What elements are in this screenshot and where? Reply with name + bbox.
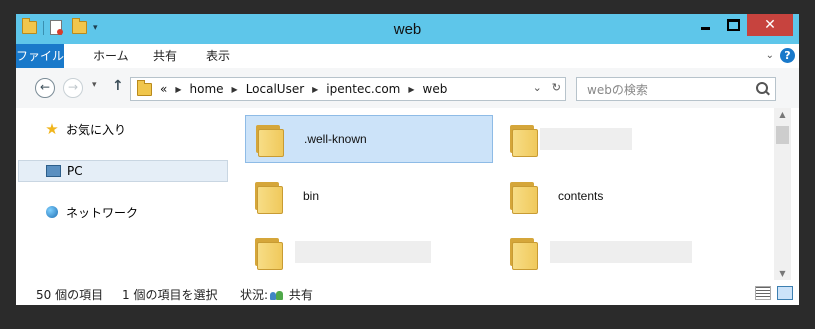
folder-icon [254,123,284,157]
share-state-text: 共有 [288,288,313,302]
explorer-window: ▾ web ✕ ファイル ホーム 共有 表示 ⌄ ? ← → ▾ ↑ « ▶ h… [16,14,799,305]
breadcrumb-overflow[interactable]: « [160,82,167,96]
breadcrumb-localuser[interactable]: LocalUser [246,82,304,96]
nav-item-label: ネットワーク [66,205,139,220]
file-list: .well-known bin contents [238,108,774,280]
view-switcher [755,286,793,300]
folder-name: .well-known [304,132,367,146]
scroll-thumb[interactable] [776,126,789,144]
ribbon-tabs: ファイル ホーム 共有 表示 ⌄ ? [16,44,799,68]
chevron-right-icon: ▶ [312,84,319,94]
computer-icon [45,163,61,179]
folder-icon [253,180,283,214]
help-icon[interactable]: ? [780,48,795,63]
tab-file[interactable]: ファイル [16,44,64,68]
close-button[interactable]: ✕ [747,14,793,36]
folder-icon [508,123,538,157]
scroll-down-icon[interactable]: ▼ [774,269,791,278]
window-title: web [393,21,422,38]
redacted-name [295,241,431,263]
tab-share[interactable]: 共有 [153,44,177,68]
back-button[interactable]: ← [35,78,55,98]
chevron-right-icon: ▶ [231,84,238,94]
expand-ribbon-icon[interactable]: ⌄ [766,50,774,61]
details-view-icon[interactable] [755,286,771,300]
status-bar: 50 個の項目 1 個の項目を選択 状況: 共有 [16,280,799,305]
share-state: 共有 [270,286,313,303]
redacted-name [550,241,692,263]
redacted-name [540,128,632,150]
chevron-right-icon: ▶ [175,84,182,94]
folder-icon [508,180,538,214]
folder-item[interactable]: bin [245,172,493,220]
forward-button[interactable]: → [63,78,83,98]
nav-item-label: お気に入り [66,122,127,137]
address-controls: ⌄ ↻ [533,81,561,94]
folder-item[interactable]: .well-known [245,115,493,163]
folder-item[interactable] [500,228,748,276]
chevron-right-icon: ▶ [408,84,415,94]
refresh-icon[interactable]: ↻ [552,81,561,94]
nav-item-network[interactable]: ネットワーク [18,201,228,223]
tab-home[interactable]: ホーム [93,44,129,68]
folder-item[interactable] [500,115,748,163]
search-icon[interactable] [756,82,768,94]
nav-item-label: PC [67,164,83,178]
nav-item-pc[interactable]: PC [18,160,228,182]
address-bar[interactable]: « ▶ home ▶ LocalUser ▶ ipentec.com ▶ web… [130,77,566,101]
search-input[interactable]: webの検索 [576,77,776,101]
breadcrumb-home[interactable]: home [190,82,224,96]
folder-item[interactable]: contents [500,172,748,220]
history-dropdown-icon[interactable]: ⌄ [533,81,542,94]
folder-icon [253,236,283,270]
minimize-button[interactable] [691,14,719,36]
breadcrumb-ipentec[interactable]: ipentec.com [326,82,400,96]
folder-item[interactable] [245,228,493,276]
close-icon: ✕ [764,17,776,33]
minimize-icon [700,26,710,30]
recent-locations-icon[interactable]: ▾ [92,80,97,90]
folder-icon [508,236,538,270]
nav-item-favorites[interactable]: ★ お気に入り [18,118,228,140]
maximize-button[interactable] [719,14,747,36]
up-button[interactable]: ↑ [112,78,124,94]
folder-name: contents [558,189,604,203]
scroll-up-icon[interactable]: ▲ [774,110,791,119]
breadcrumb-web[interactable]: web [423,82,448,96]
navigation-bar: ← → ▾ ↑ « ▶ home ▶ LocalUser ▶ ipentec.c… [16,68,799,108]
state-label: 状況: [240,288,269,302]
folder-icon [137,79,152,96]
network-icon [44,204,60,220]
item-count: 50 個の項目 [36,288,104,302]
folder-name: bin [303,189,320,203]
search-placeholder: webの検索 [587,83,648,97]
tab-view[interactable]: 表示 [206,44,230,68]
title-bar: ▾ web ✕ [16,14,799,44]
selection-count: 1 個の項目を選択 [122,288,218,302]
ribbon-right-controls: ⌄ ? [766,48,795,63]
shared-users-icon [270,289,283,301]
navigation-pane: ★ お気に入り PC ネットワーク [16,108,228,280]
star-icon: ★ [45,119,59,138]
content-area: ★ お気に入り PC ネットワーク .well-known bin conten… [16,108,799,280]
window-controls: ✕ [691,14,793,36]
maximize-icon [726,19,740,31]
large-icons-view-icon[interactable] [777,286,793,300]
vertical-scrollbar[interactable]: ▲ ▼ [774,108,791,280]
